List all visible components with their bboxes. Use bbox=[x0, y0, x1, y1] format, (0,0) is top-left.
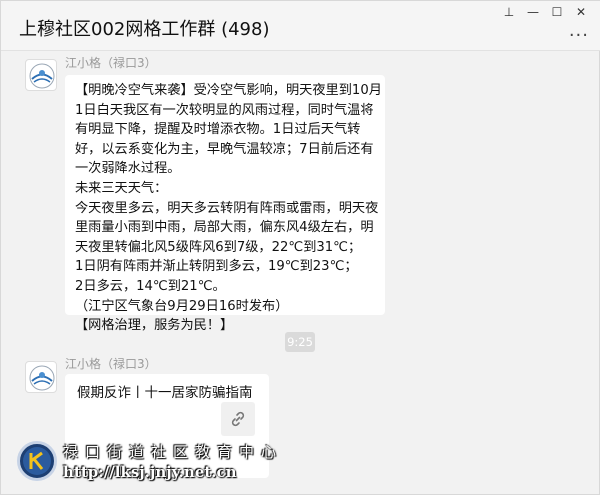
message-line: 1日白天我区有一次较明显的风雨过程，同时气温将 bbox=[75, 102, 374, 118]
minimize-icon[interactable]: — bbox=[521, 3, 545, 21]
avatar[interactable] bbox=[25, 361, 57, 393]
message-bubble[interactable]: 【明晚冷空气来袭】受冷空气影响，明天夜里到10月 1日白天我区有一次较明显的风雨… bbox=[65, 75, 385, 333]
more-options-icon[interactable]: ··· bbox=[569, 25, 589, 46]
message-line: 【网格治理，服务为民！】 bbox=[75, 318, 234, 334]
chat-window: 上穆社区002网格工作群 (498) ⊥ — ☐ ✕ ··· 江小格（禄口3） … bbox=[0, 0, 600, 495]
window-controls: ⊥ — ☐ ✕ bbox=[497, 3, 593, 21]
sender-name: 江小格（禄口3） bbox=[65, 357, 157, 371]
maximize-icon[interactable]: ☐ bbox=[545, 3, 569, 21]
message-line: 有明显下降，提醒及时增添衣物。1日过后天气转 bbox=[75, 122, 361, 138]
message-line: 天夜里转偏北风5级阵风6到7级，22℃到31℃； bbox=[75, 239, 362, 255]
message-line: 今天夜里多云，明天多云转阴有阵雨或雷雨，明天夜 bbox=[75, 200, 379, 216]
message-line: 一次弱降水过程。 bbox=[75, 161, 181, 177]
message-line: 里雨量小雨到中雨，局部大雨，偏东风4级左右，明 bbox=[75, 220, 374, 236]
watermark-logo bbox=[17, 441, 57, 481]
watermark: 禄口街道社区教育中心 http://lksj.jnjy.net.cn bbox=[13, 437, 276, 487]
sender-name: 江小格（禄口3） bbox=[65, 56, 157, 70]
message-line: 1日阴有阵雨并渐止转阴到多云，19℃到23℃； bbox=[75, 259, 358, 275]
timestamp-pill: 9:25 bbox=[285, 332, 315, 352]
message-line: 2日多云，14℃到21℃。 bbox=[75, 278, 226, 294]
chat-title: 上穆社区002网格工作群 (498) bbox=[19, 19, 270, 40]
watermark-url: http://lksj.jnjy.net.cn bbox=[63, 463, 237, 481]
card-title: 假期反诈丨十一居家防骗指南 bbox=[77, 385, 253, 401]
pin-icon[interactable]: ⊥ bbox=[497, 3, 521, 21]
link-icon[interactable] bbox=[221, 402, 255, 436]
close-icon[interactable]: ✕ bbox=[569, 3, 593, 21]
message-line: 未来三天天气： bbox=[75, 180, 168, 196]
watermark-text: 禄口街道社区教育中心 bbox=[63, 443, 284, 461]
message-line: 好，以云系变化为主，早晚气温较凉；7日前后还有 bbox=[75, 141, 374, 157]
title-bar: 上穆社区002网格工作群 (498) ⊥ — ☐ ✕ ··· bbox=[1, 1, 600, 51]
message-line: 【明晚冷空气来袭】受冷空气影响，明天夜里到10月 bbox=[75, 83, 382, 98]
message-line: （江宁区气象台9月29日16时发布） bbox=[75, 298, 289, 314]
avatar[interactable] bbox=[25, 59, 57, 91]
